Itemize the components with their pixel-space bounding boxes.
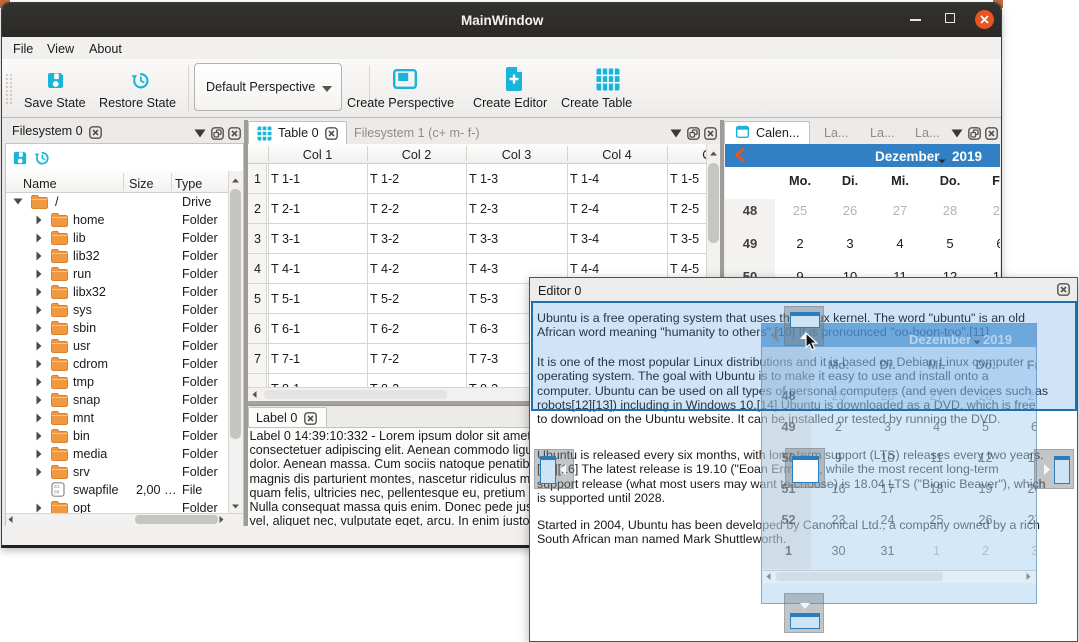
svg-text:01: 01 [54, 484, 60, 490]
svg-text:00: 00 [54, 490, 60, 496]
